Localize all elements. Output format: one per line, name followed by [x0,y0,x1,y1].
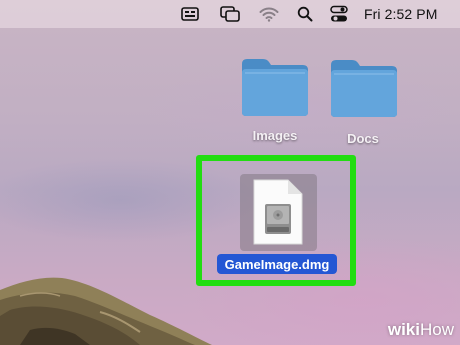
keyboard-input-icon[interactable] [181,5,199,23]
menu-bar: Fri 2:52 PM [0,0,460,28]
spotlight-search-icon[interactable] [297,5,313,23]
folder-icon [242,59,308,116]
menu-clock[interactable]: Fri 2:52 PM [364,6,437,22]
folder-icon [331,60,397,117]
folder-images-label[interactable]: Images [225,128,325,143]
folder-docs[interactable] [328,57,400,119]
watermark-how: How [419,320,454,339]
folder-docs-label[interactable]: Docs [313,131,413,146]
control-center-icon[interactable] [330,5,348,23]
disk-image-icon[interactable] [252,178,304,246]
watermark-wiki: wiki [387,320,420,339]
mirroring-icon[interactable] [220,5,240,23]
file-gameimage-label[interactable]: GameImage.dmg [217,254,337,274]
folder-images[interactable] [239,56,311,118]
desktop[interactable]: Fri 2:52 PM Images Docs GameImage.dmg wi… [0,0,460,345]
wikihow-watermark: wikiHow [388,320,454,340]
wifi-icon[interactable] [259,5,279,23]
